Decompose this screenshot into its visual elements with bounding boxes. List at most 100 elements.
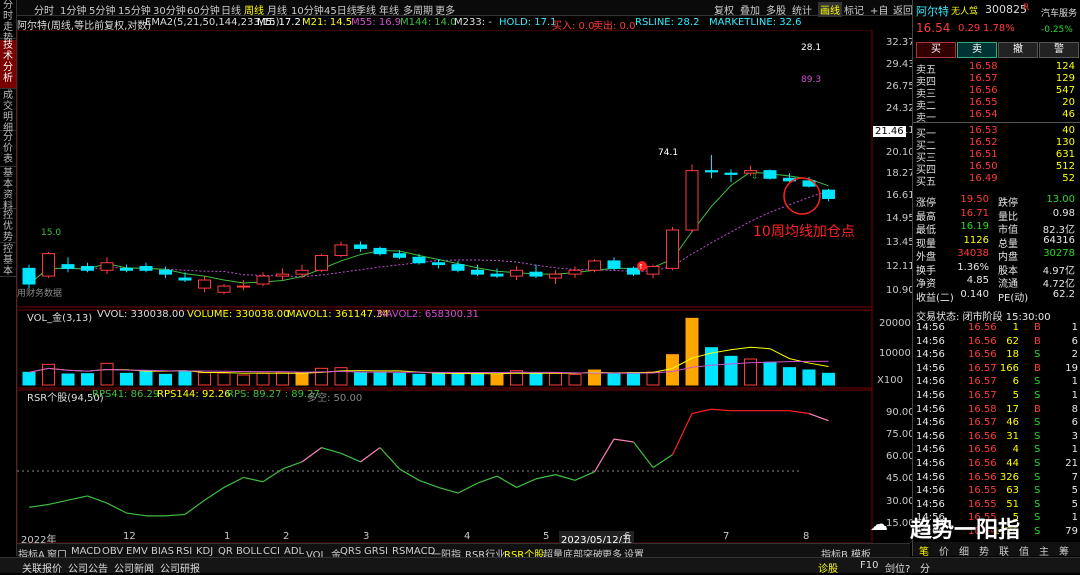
quote-tab[interactable]: 筹: [1059, 543, 1069, 558]
tick-price: 16.57: [968, 362, 997, 374]
bid-level[interactable]: 买四 16.50 512: [913, 161, 1080, 176]
rps-segment: [593, 438, 615, 473]
company-news-link[interactable]: 公司新闻: [114, 560, 154, 575]
back-button[interactable]: 返回: [893, 2, 913, 17]
quote-tab[interactable]: 笔: [919, 543, 929, 558]
period-time-share[interactable]: 分时: [34, 2, 54, 17]
period-weekly[interactable]: 周线: [244, 2, 264, 17]
m233-value: M233: -: [454, 17, 492, 28]
period-15min[interactable]: 15分钟: [118, 2, 151, 17]
ind-tab[interactable]: KDJ: [196, 546, 213, 557]
bid-level[interactable]: 买二 16.52 130: [913, 137, 1080, 152]
period-daily[interactable]: 日线: [221, 2, 241, 17]
tick-volume: 17: [1006, 403, 1019, 415]
ind-tab[interactable]: ADL: [284, 546, 304, 557]
ask-level[interactable]: 卖三 16.56 547: [913, 85, 1080, 100]
chart-area[interactable]: 28.1 89.3 74.1 15.0 用财务数据 10周均线加仓点 ↑ ⇩: [17, 30, 910, 543]
period-45day[interactable]: 45日线: [324, 2, 357, 17]
ind-tab[interactable]: MACD: [71, 546, 101, 557]
period-quarterly[interactable]: 季线: [356, 2, 376, 17]
tab-trade-details[interactable]: 成交明细: [0, 90, 16, 134]
tick-side: S: [1034, 430, 1041, 442]
f10-link[interactable]: F10: [860, 560, 878, 571]
fen-link[interactable]: 分: [920, 560, 930, 575]
tab-time-share[interactable]: 分时走势: [0, 0, 16, 44]
tick-count: 1: [1071, 376, 1078, 388]
bid-level[interactable]: 买五 16.49 52: [913, 173, 1080, 188]
volume-bar: [81, 373, 94, 386]
stock-tag: 无人驾: [951, 7, 979, 17]
company-announcements-link[interactable]: 公司公告: [68, 560, 108, 575]
ind-tab[interactable]: RSI: [176, 546, 192, 557]
left-tab-strip: 分时走势 技术分析 成交明细 分价表 基本资料 控优势 控基本: [0, 0, 17, 556]
candle-body: [490, 273, 504, 277]
candle-body: [334, 244, 348, 256]
bid-level[interactable]: 买一 16.53 40: [913, 125, 1080, 140]
rps-segment: [223, 476, 244, 488]
ask-level[interactable]: 卖四 16.57 129: [913, 73, 1080, 88]
candle-body: [432, 262, 445, 266]
quote-tab[interactable]: 价: [939, 543, 949, 558]
quote-tab[interactable]: 势: [979, 543, 989, 558]
period-monthly[interactable]: 月线: [267, 2, 287, 17]
tick-price: 16.57: [968, 376, 997, 388]
period-more[interactable]: 更多: [435, 2, 455, 17]
ind-tab[interactable]: QRS: [340, 546, 361, 557]
quote-tab[interactable]: 联: [999, 543, 1009, 558]
ask-level[interactable]: 卖五 16.58 124: [913, 61, 1080, 76]
candle-body: [120, 267, 133, 271]
overlay-button[interactable]: 叠加: [740, 2, 760, 17]
stat-label: 收益(二): [916, 292, 954, 304]
add-self-button[interactable]: +自: [870, 2, 888, 17]
mark-button[interactable]: 标记: [844, 2, 864, 17]
quote-tab[interactable]: 值: [1019, 543, 1029, 558]
diagnose-link[interactable]: 诊股: [818, 560, 838, 575]
period-30min[interactable]: 30分钟: [153, 2, 186, 17]
sell-button[interactable]: 卖: [957, 42, 997, 58]
tab-control-basic[interactable]: 控基本: [0, 244, 16, 277]
ind-tab[interactable]: CCI: [263, 546, 280, 557]
bid-level[interactable]: 买三 16.51 631: [913, 149, 1080, 164]
ind-tab[interactable]: BIAS: [151, 546, 174, 557]
company-research-link[interactable]: 公司研报: [160, 560, 200, 575]
related-quotes-link[interactable]: 关联报价: [22, 560, 62, 575]
statistics-button[interactable]: 统计: [792, 2, 812, 17]
ind-tab[interactable]: RSMACD: [392, 546, 435, 557]
ind-tab[interactable]: BOLL: [236, 546, 262, 557]
period-10min[interactable]: 10分钟: [291, 2, 324, 17]
ask-level[interactable]: 卖一 16.54 46: [913, 109, 1080, 124]
ind-tab[interactable]: GRSI: [364, 546, 388, 557]
alert-button[interactable]: 警: [1039, 42, 1079, 58]
period-5min[interactable]: 5分钟: [89, 2, 115, 17]
period-yearly[interactable]: 年线: [379, 2, 399, 17]
ask-level[interactable]: 卖二 16.55 20: [913, 97, 1080, 112]
period-1min[interactable]: 1分钟: [60, 2, 86, 17]
candle-body: [529, 271, 543, 277]
buy-button[interactable]: 买: [916, 42, 956, 58]
tab-price-table[interactable]: 分价表: [0, 132, 16, 167]
tab-basic-info[interactable]: 基本资料: [0, 168, 16, 212]
stat-row: 最高 16.71 量比 0.98: [913, 208, 1080, 223]
restore-right-button[interactable]: 复权: [714, 2, 734, 17]
period-multi[interactable]: 多周期: [403, 2, 433, 17]
jianwei-link[interactable]: 剑位?: [885, 560, 910, 575]
period-60min[interactable]: 60分钟: [187, 2, 220, 17]
m55-value: M55: 16.9: [351, 17, 402, 28]
rps-segment: [28, 503, 49, 508]
cancel-order-button[interactable]: 撤: [998, 42, 1038, 58]
draw-line-button[interactable]: 画线: [818, 2, 842, 17]
candle-body: [373, 247, 387, 255]
tick-time: 14:56: [916, 403, 945, 415]
tick-count: 1: [1071, 444, 1078, 456]
quote-tab[interactable]: 细: [959, 543, 969, 558]
level-volume: 512: [1055, 161, 1075, 172]
ind-tab[interactable]: QR: [218, 546, 233, 557]
tab-technical-analysis[interactable]: 技术分析: [0, 40, 16, 89]
tab-advantage[interactable]: 控优势: [0, 210, 16, 243]
candle-body: [198, 279, 211, 289]
multi-stock-button[interactable]: 多股: [766, 2, 786, 17]
volume-bar: [822, 372, 835, 386]
quote-tab[interactable]: 主: [1039, 543, 1049, 558]
ind-tab[interactable]: OBV: [102, 546, 123, 557]
ind-tab[interactable]: EMV: [126, 546, 148, 557]
